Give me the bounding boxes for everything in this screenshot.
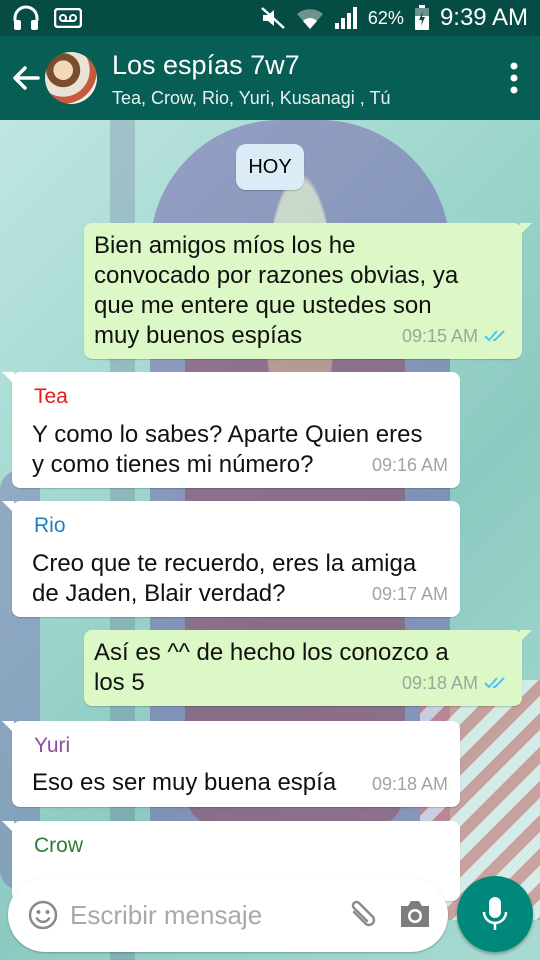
- group-avatar[interactable]: [45, 52, 97, 104]
- message-input-bar[interactable]: Escribir mensaje: [8, 878, 448, 952]
- sender-name[interactable]: Tea: [34, 382, 68, 412]
- voice-message-button[interactable]: [457, 876, 533, 952]
- message-line: Creo que te recuerdo, eres la amiga: [32, 550, 417, 577]
- camera-icon[interactable]: [398, 898, 432, 930]
- status-bar: 62% 9:39 AM: [0, 0, 540, 36]
- sender-name[interactable]: Rio: [34, 511, 66, 541]
- chat-header: Los espías 7w7 Tea, Crow, Rio, Yuri, Kus…: [0, 36, 540, 120]
- microphone-icon: [482, 897, 508, 930]
- message-bubble-outgoing[interactable]: Bien amigos míos los he convocado por ra…: [84, 223, 532, 359]
- headphones-icon: [13, 5, 39, 30]
- message-line: Así es ^^ de hecho los conozco a: [94, 639, 449, 666]
- message-text: Creo que te recuerdo, eres la amiga de J…: [32, 549, 416, 609]
- message-text: Eso es ser muy buena espía: [32, 768, 336, 798]
- bubble-tail: [2, 501, 14, 513]
- read-ticks-icon: [484, 330, 505, 342]
- bubble-tail: [520, 630, 532, 642]
- message-line: Bien amigos míos los he: [94, 232, 356, 259]
- back-arrow-icon[interactable]: [10, 62, 42, 94]
- chat-area[interactable]: HOY Bien amigos míos los he convocado po…: [0, 120, 540, 960]
- bubble-tail: [520, 223, 532, 235]
- group-members[interactable]: Tea, Crow, Rio, Yuri, Kusanagi , Tú: [112, 88, 390, 109]
- battery-icon: [414, 5, 429, 30]
- message-text: Así es ^^ de hecho los conozco a los 5: [94, 638, 449, 698]
- date-divider: HOY: [236, 144, 304, 190]
- message-time: 09:16 AM: [371, 455, 448, 475]
- battery-percent: 62%: [367, 7, 404, 28]
- message-line: convocado por razones obvias, ya: [94, 262, 459, 289]
- bubble-tail: [2, 372, 14, 384]
- message-bubble-incoming[interactable]: Yuri Eso es ser muy buena espía 09:18 AM: [2, 721, 460, 807]
- message-bubble-outgoing[interactable]: Así es ^^ de hecho los conozco a los 5 0…: [84, 630, 532, 706]
- read-ticks-icon: [484, 677, 505, 689]
- message-time: 09:18 AM: [371, 774, 448, 794]
- message-meta: 09:15 AM: [402, 321, 510, 351]
- bubble-tail: [2, 821, 14, 833]
- message-text: Y como lo sabes? Aparte Quien eres y com…: [32, 420, 422, 480]
- more-options-icon[interactable]: [510, 62, 518, 94]
- signal-icon: [334, 7, 357, 29]
- message-line: Eso es ser muy buena espía: [32, 769, 337, 796]
- message-line: y como tienes mi número?: [32, 451, 314, 478]
- message-time: 09:15 AM: [401, 326, 478, 346]
- attach-icon[interactable]: [346, 898, 378, 932]
- sender-name[interactable]: Yuri: [34, 731, 70, 761]
- bubble-tail: [2, 721, 14, 733]
- clock: 9:39 AM: [439, 4, 528, 31]
- message-bubble-incoming[interactable]: Tea Y como lo sabes? Aparte Quien eres y…: [2, 372, 460, 488]
- sender-name[interactable]: Crow: [34, 831, 83, 861]
- message-line: que me entere que ustedes son: [94, 292, 432, 319]
- emoji-icon[interactable]: [28, 900, 58, 930]
- message-line: de Jaden, Blair verdad?: [32, 580, 286, 607]
- message-line: los 5: [94, 669, 145, 696]
- message-line: Y como lo sabes? Aparte Quien eres: [32, 421, 423, 448]
- group-title[interactable]: Los espías 7w7: [112, 50, 300, 81]
- message-input[interactable]: Escribir mensaje: [70, 900, 262, 931]
- wifi-icon: [296, 9, 323, 29]
- message-bubble-incoming[interactable]: Rio Creo que te recuerdo, eres la amiga …: [2, 501, 460, 617]
- message-meta: 09:18 AM: [402, 668, 510, 698]
- message-time: 09:17 AM: [371, 584, 448, 604]
- message-time: 09:18 AM: [401, 673, 478, 693]
- voicemail-icon: [54, 8, 82, 28]
- mute-icon: [261, 7, 285, 29]
